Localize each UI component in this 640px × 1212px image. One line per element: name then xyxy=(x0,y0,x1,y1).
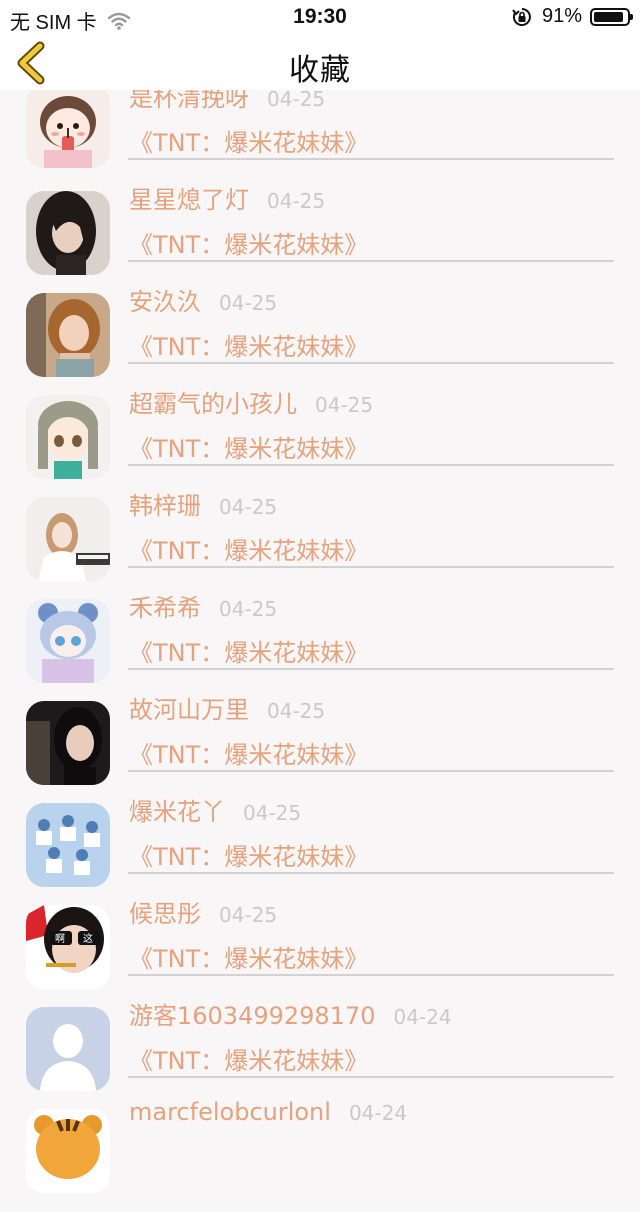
work-title[interactable]: 《TNT：爆米花妹妹》 xyxy=(129,429,368,464)
work-title[interactable]: 《TNT：爆米花妹妹》 xyxy=(129,735,368,770)
work-title[interactable]: 《TNT：爆米花妹妹》 xyxy=(129,531,368,566)
avatar-image xyxy=(26,395,110,479)
page-title: 收藏 xyxy=(289,53,351,88)
user-name-text: marcfelobcurlonl xyxy=(129,1098,331,1126)
list-item[interactable]: 爆米花丫 04-25 《TNT：爆米花妹妹》 xyxy=(0,798,640,906)
favorite-date: 04-25 xyxy=(219,903,278,927)
user-name-text: 星星熄了灯 xyxy=(129,186,249,214)
girl-sunglasses-avatar[interactable]: 啊 这 xyxy=(26,905,110,989)
list-item[interactable]: 禾希希 04-25 《TNT：爆米花妹妹》 xyxy=(0,594,640,702)
avatar-image xyxy=(26,497,110,581)
row-divider xyxy=(128,158,614,160)
avatar-image xyxy=(26,293,110,377)
girl-piano-avatar[interactable] xyxy=(26,497,110,581)
user-name[interactable]: 韩梓珊 04-25 xyxy=(129,486,277,521)
list-item[interactable]: 星星熄了灯 04-25 《TNT：爆米花妹妹》 xyxy=(0,186,640,294)
user-name-text: 游客1603499298170 xyxy=(129,1002,376,1030)
user-name-text: 安汣汣 xyxy=(129,288,201,316)
work-title[interactable]: 《TNT：爆米花妹妹》 xyxy=(129,1041,368,1076)
list-item[interactable]: 啊 这 候思彤 04-25 《TNT：爆米花妹妹》 xyxy=(0,900,640,1008)
row-divider xyxy=(128,770,614,772)
user-name[interactable]: 爆米花丫 04-25 xyxy=(129,792,301,827)
girl-night-avatar[interactable] xyxy=(26,701,110,785)
girl-dark-hair-avatar[interactable] xyxy=(26,191,110,275)
avatar-image xyxy=(26,84,110,168)
tiger-avatar[interactable] xyxy=(26,1109,110,1193)
favorite-date: 04-25 xyxy=(267,87,326,111)
default-user-avatar[interactable] xyxy=(26,1007,110,1091)
list-item[interactable]: 游客1603499298170 04-24 《TNT：爆米花妹妹》 xyxy=(0,1002,640,1110)
user-name-text: 故河山万里 xyxy=(129,696,249,724)
row-divider xyxy=(128,1076,614,1078)
user-name[interactable]: 禾希希 04-25 xyxy=(129,588,277,623)
user-name-text: 超霸气的小孩儿 xyxy=(129,390,297,418)
anime-blue-bear-avatar[interactable] xyxy=(26,599,110,683)
row-divider xyxy=(128,872,614,874)
row-divider xyxy=(128,668,614,670)
user-name[interactable]: 超霸气的小孩儿 04-25 xyxy=(129,384,373,419)
user-name[interactable]: marcfelobcurlonl 04-24 xyxy=(129,1098,407,1126)
user-name-text: 爆米花丫 xyxy=(129,798,225,826)
favorite-date: 04-25 xyxy=(267,189,326,213)
work-title[interactable]: 《TNT：爆米花妹妹》 xyxy=(129,939,368,974)
avatar-image xyxy=(26,803,110,887)
battery-percent: 91% xyxy=(541,5,582,27)
list-item[interactable]: 韩梓珊 04-25 《TNT：爆米花妹妹》 xyxy=(0,492,640,600)
rotation-lock-icon xyxy=(512,7,531,26)
work-title[interactable]: 《TNT：爆米花妹妹》 xyxy=(129,327,368,362)
list-item[interactable]: 是杯清挽呀 04-25 《TNT：爆米花妹妹》 xyxy=(0,84,640,192)
list-item[interactable]: marcfelobcurlonl 04-24 xyxy=(0,1098,640,1212)
work-title[interactable]: 《TNT：爆米花妹妹》 xyxy=(129,225,368,260)
cartoon-girl-drink-avatar[interactable] xyxy=(26,84,110,168)
row-divider xyxy=(128,566,614,568)
favorite-date: 04-25 xyxy=(315,393,374,417)
favorite-date: 04-25 xyxy=(219,291,278,315)
battery-indicator: 91% xyxy=(512,5,633,28)
avatar-image xyxy=(26,1109,110,1193)
favorite-date: 04-24 xyxy=(393,1005,452,1029)
row-divider xyxy=(128,362,614,364)
user-name[interactable]: 候思彤 04-25 xyxy=(129,894,277,929)
list-item[interactable]: 超霸气的小孩儿 04-25 《TNT：爆米花妹妹》 xyxy=(0,390,640,498)
user-name-text: 候思彤 xyxy=(129,900,201,928)
favorite-date: 04-25 xyxy=(219,495,278,519)
user-name[interactable]: 故河山万里 04-25 xyxy=(129,690,325,725)
row-divider xyxy=(128,974,614,976)
favorite-date: 04-24 xyxy=(348,1101,408,1125)
user-silhouette-icon xyxy=(26,1007,110,1091)
favorite-date: 04-25 xyxy=(267,699,326,723)
avatar-caption: 这 xyxy=(83,932,93,945)
favorite-date: 04-25 xyxy=(219,597,278,621)
user-name-text: 禾希希 xyxy=(129,594,201,622)
avatar-image: 啊 这 xyxy=(26,905,110,989)
user-name[interactable]: 星星熄了灯 04-25 xyxy=(129,180,325,215)
list-item[interactable]: 安汣汣 04-25 《TNT：爆米花妹妹》 xyxy=(0,288,640,396)
group-photo-avatar[interactable] xyxy=(26,803,110,887)
row-divider xyxy=(128,464,614,466)
avatar-image xyxy=(26,191,110,275)
user-name[interactable]: 安汣汣 04-25 xyxy=(129,282,277,317)
work-title[interactable]: 《TNT：爆米花妹妹》 xyxy=(129,633,368,668)
list-item[interactable]: 故河山万里 04-25 《TNT：爆米花妹妹》 xyxy=(0,696,640,804)
girl-portrait-avatar[interactable] xyxy=(26,293,110,377)
favorite-date: 04-25 xyxy=(243,801,302,825)
anime-girl-avatar[interactable] xyxy=(26,395,110,479)
avatar-caption: 啊 xyxy=(55,933,65,945)
navigation-bar: 收藏 xyxy=(0,36,640,90)
battery-icon xyxy=(590,7,633,26)
avatar-image xyxy=(26,599,110,683)
row-divider xyxy=(128,260,614,262)
work-title[interactable]: 《TNT：爆米花妹妹》 xyxy=(129,837,368,872)
status-bar: 无 SIM 卡 19:30 91% xyxy=(0,0,640,36)
avatar-image xyxy=(26,701,110,785)
work-title[interactable]: 《TNT：爆米花妹妹》 xyxy=(129,123,368,158)
user-name-text: 韩梓珊 xyxy=(129,492,201,520)
user-name[interactable]: 游客1603499298170 04-24 xyxy=(129,996,452,1031)
